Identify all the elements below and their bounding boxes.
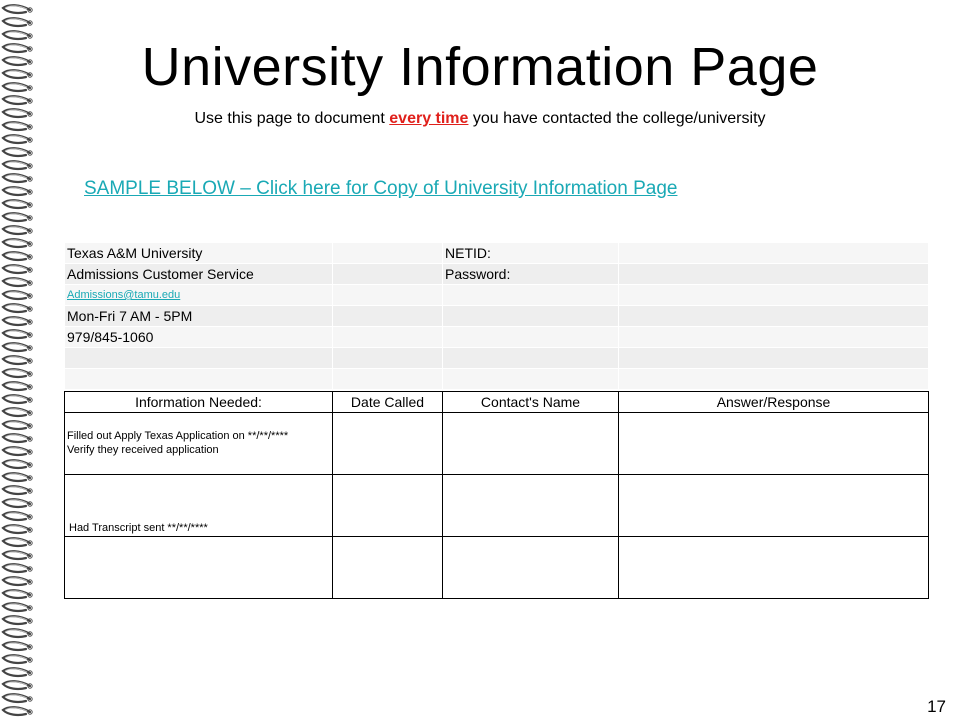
answer-response-cell[interactable] — [618, 536, 929, 599]
page-number: 17 — [927, 697, 946, 716]
info-row — [64, 347, 929, 369]
date-called-cell[interactable] — [332, 536, 443, 599]
subtitle-emphasis: every time — [389, 110, 469, 127]
page-subtitle: Use this page to document every time you… — [60, 108, 900, 130]
sample-copy-link[interactable]: SAMPLE BELOW – Click here for Copy of Un… — [84, 176, 677, 202]
info-row: Texas A&M University NETID: — [64, 242, 929, 264]
netid-label: NETID: — [442, 242, 619, 264]
info-cell — [332, 263, 443, 285]
info-needed-line: Verify they received application — [67, 444, 219, 456]
info-row: Admissions Customer Service Password: — [64, 263, 929, 285]
info-cell — [332, 326, 443, 348]
info-cell — [332, 368, 443, 390]
subtitle-before: Use this page to document — [194, 110, 390, 127]
subtitle-after: you have contacted the college/universit… — [468, 110, 766, 127]
university-info-grid: Texas A&M University NETID: Admissions C… — [64, 242, 929, 390]
contact-name-cell[interactable] — [442, 412, 619, 475]
university-name: Texas A&M University — [64, 242, 333, 264]
info-needed-cell[interactable]: Had Transcript sent **/**/**** — [64, 474, 333, 537]
info-cell — [618, 326, 929, 348]
department-name: Admissions Customer Service — [64, 263, 333, 285]
page-title: University Information Page — [141, 37, 819, 97]
email-link[interactable]: Admissions@tamu.edu — [67, 289, 180, 301]
info-cell — [442, 284, 619, 306]
info-row — [64, 368, 929, 390]
table-row — [64, 536, 929, 599]
info-cell — [618, 305, 929, 327]
date-called-cell[interactable] — [332, 412, 443, 475]
info-cell — [332, 284, 443, 306]
info-needed-cell[interactable]: Filled out Apply Texas Application on **… — [64, 412, 333, 475]
contact-name-cell[interactable] — [442, 536, 619, 599]
netid-value[interactable] — [618, 242, 929, 264]
contact-log-table: Information Needed: Date Called Contact'… — [64, 391, 929, 599]
info-needed-line: Had Transcript sent **/**/**** — [69, 522, 208, 534]
info-cell — [332, 242, 443, 264]
header-information-needed: Information Needed: — [64, 391, 333, 413]
table-row: Had Transcript sent **/**/**** — [64, 474, 929, 537]
info-row: Admissions@tamu.edu — [64, 284, 929, 306]
info-needed-cell[interactable] — [64, 536, 333, 599]
date-called-cell[interactable] — [332, 474, 443, 537]
phone-number: 979/845-1060 — [64, 326, 333, 348]
info-row: 979/845-1060 — [64, 326, 929, 348]
info-needed-text: Filled out Apply Texas Application on **… — [67, 413, 330, 457]
answer-response-cell[interactable] — [618, 412, 929, 475]
table-header-row: Information Needed: Date Called Contact'… — [64, 391, 929, 413]
header-date-called: Date Called — [332, 391, 443, 413]
info-cell — [442, 347, 619, 369]
info-cell — [64, 347, 333, 369]
info-cell — [332, 347, 443, 369]
info-row: Mon-Fri 7 AM - 5PM — [64, 305, 929, 327]
email-cell: Admissions@tamu.edu — [64, 284, 333, 306]
header-answer-response: Answer/Response — [618, 391, 929, 413]
password-value[interactable] — [618, 263, 929, 285]
office-hours: Mon-Fri 7 AM - 5PM — [64, 305, 333, 327]
info-cell — [618, 347, 929, 369]
info-cell — [442, 368, 619, 390]
password-label: Password: — [442, 263, 619, 285]
info-cell — [332, 305, 443, 327]
answer-response-cell[interactable] — [618, 474, 929, 537]
info-cell — [64, 368, 333, 390]
spiral-binding — [0, 0, 44, 720]
info-cell — [442, 326, 619, 348]
info-cell — [618, 284, 929, 306]
header-contact-name: Contact's Name — [442, 391, 619, 413]
info-cell — [442, 305, 619, 327]
table-row: Filled out Apply Texas Application on **… — [64, 412, 929, 475]
contact-name-cell[interactable] — [442, 474, 619, 537]
info-needed-line: Filled out Apply Texas Application on **… — [67, 430, 289, 442]
info-cell — [618, 368, 929, 390]
